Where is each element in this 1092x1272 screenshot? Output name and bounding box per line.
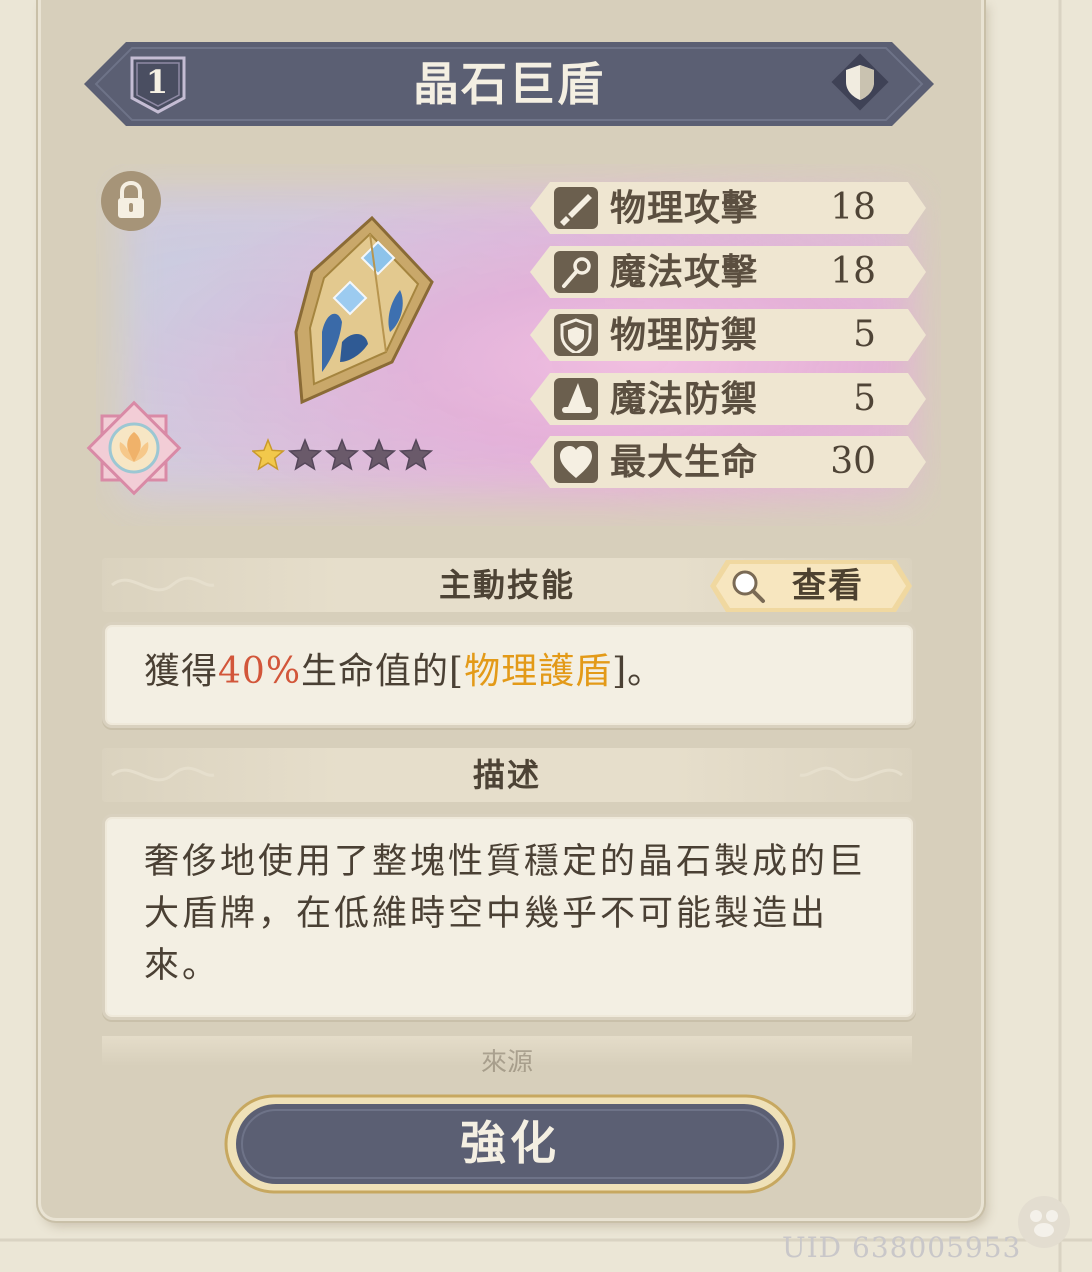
star-empty-icon [324,437,360,471]
heart-icon [560,446,592,478]
rarity-stars [252,437,434,471]
lock-toggle-icon[interactable] [100,170,162,232]
stat-icon-frame [554,377,598,420]
source-header: 來源 [102,1036,912,1072]
star-empty-icon [287,437,323,471]
stat-value: 30 [830,441,876,482]
set-emblem-icon [86,400,182,496]
upgrade-button-label[interactable]: 強化 [224,1094,796,1192]
crystal-shield-artwork [294,215,434,405]
skill-text-part: 生命值的[ [301,651,465,692]
stat-value: 5 [853,377,876,419]
stat-icon-frame [554,314,598,356]
wizard-hat-icon [562,382,592,413]
stat-value: 5 [853,314,876,355]
source-title: 來源 [480,1048,533,1072]
stat-label: 物理防禦 [610,314,759,356]
star-empty-icon [361,437,397,471]
stat-row: 魔法攻擊 18 [528,244,928,300]
stat-row: 魔法防禦 5 [528,371,928,427]
stat-icon-frame [554,187,598,229]
active-skill-text: 獲得40%生命值的[物理護盾]。 [144,644,664,700]
skill-percent-value: 40% [218,651,302,692]
stat-value: 18 [830,187,876,228]
stat-label: 魔法防禦 [610,377,759,420]
magnifier-icon [732,570,765,603]
skill-text-part: 獲得 [144,651,219,692]
item-level: 1 [145,63,169,101]
stat-row: 最大生命 30 [528,434,928,490]
skill-text-part: ]。 [612,651,665,692]
equipment-type-shield-icon [828,50,892,114]
stat-label: 物理攻擊 [610,187,759,229]
sword-icon [560,194,592,226]
stat-value: 18 [830,250,876,292]
paw-watermark-icon [1018,1196,1070,1248]
description-text: 奢侈地使用了整塊性質穩定的晶石製成的巨大盾牌，在低維時空中幾乎不可能製造出來。 [144,842,867,986]
stat-icon-frame [554,441,598,483]
star-filled-icon [252,437,286,471]
stat-label: 最大生命 [610,441,759,483]
stat-row: 物理攻擊 18 [528,180,928,236]
description-title: 描述 [472,756,541,794]
stat-icon-frame [554,250,598,293]
view-skill-label[interactable]: 查看 [792,560,864,612]
uid-label: UID 638005953 [782,1231,1022,1264]
star-empty-icon [398,437,434,471]
skill-keyword-physical-shield[interactable]: 物理護盾 [464,651,612,692]
item-name: 晶石巨盾 [413,57,605,111]
description-header: 描述 [102,748,912,802]
stat-row: 物理防禦 5 [528,307,928,363]
stat-label: 魔法攻擊 [610,250,759,293]
shield-icon [560,318,592,353]
staff-icon [562,256,591,288]
